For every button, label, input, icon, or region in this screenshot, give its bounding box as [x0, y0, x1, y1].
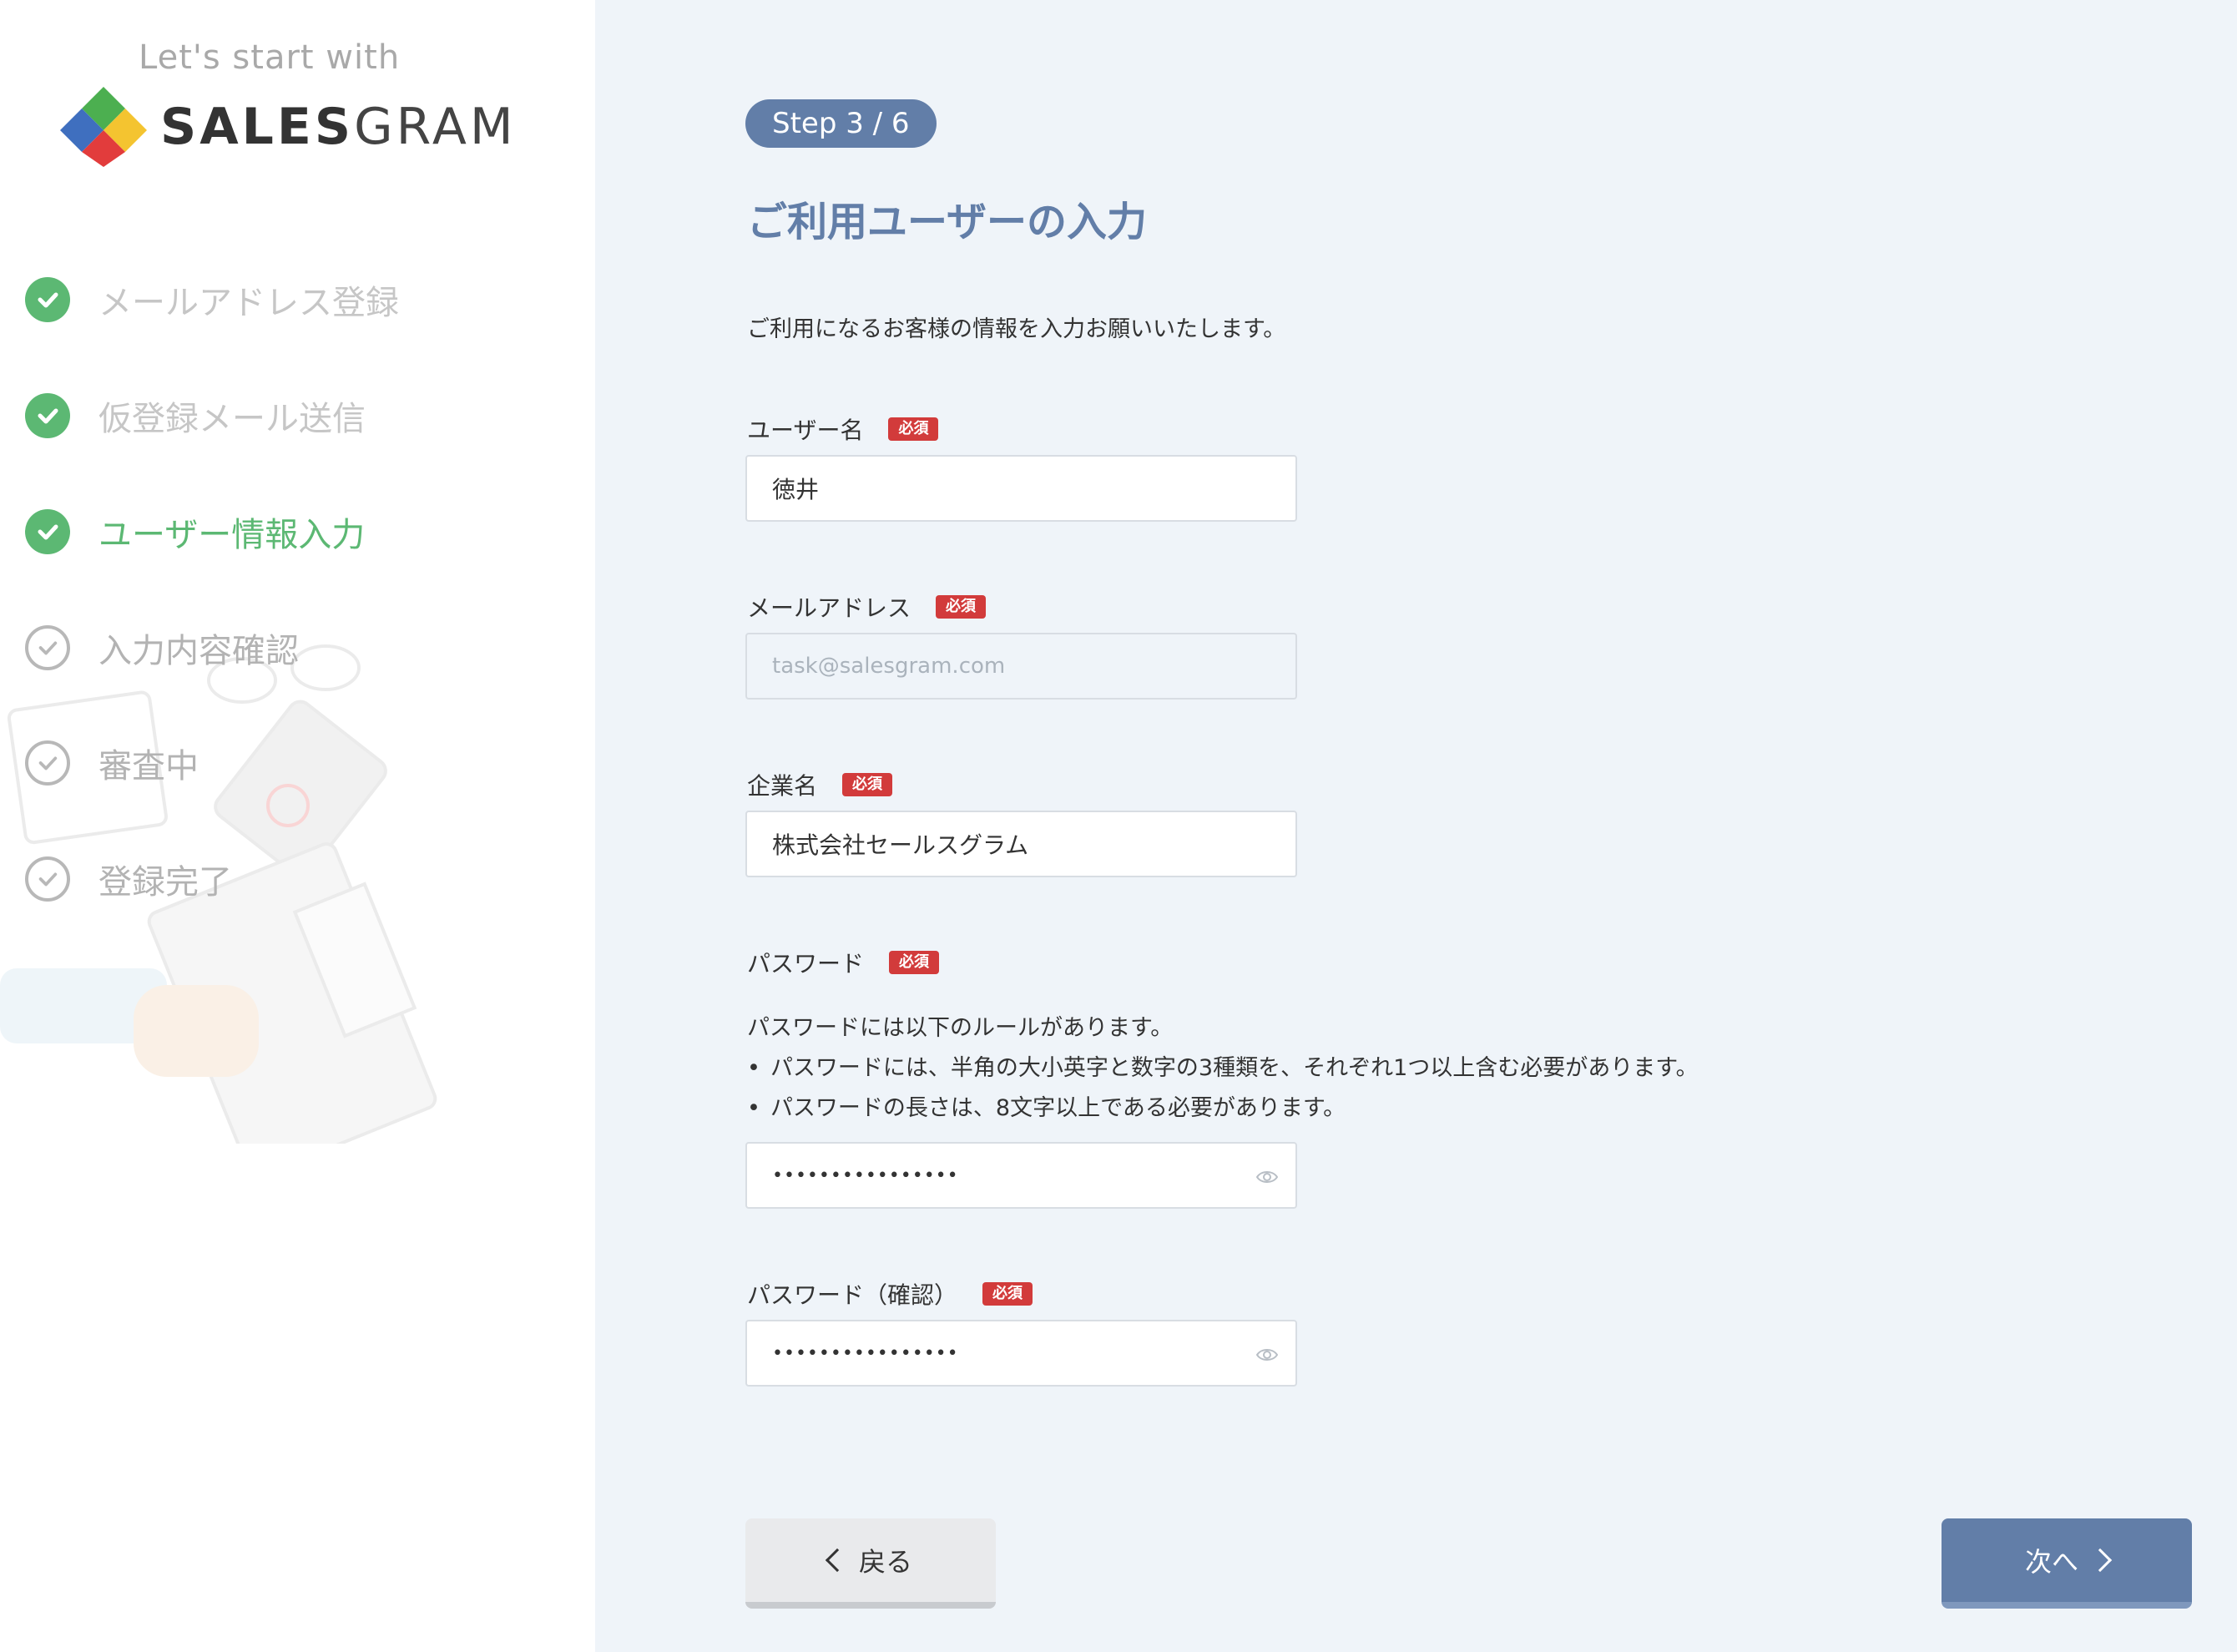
step-complete: 登録完了 [25, 855, 232, 903]
step-label: 入力内容確認 [98, 632, 299, 670]
username-input[interactable]: 徳井 [745, 455, 1297, 522]
step-label: メールアドレス登録 [98, 284, 399, 322]
check-icon [25, 509, 70, 554]
password-confirm-input[interactable]: •••••••••••••••• [745, 1320, 1297, 1387]
password-input[interactable]: •••••••••••••••• [745, 1142, 1297, 1209]
next-button-label: 次へ [2024, 1546, 2078, 1578]
company-label: 企業名 必須 [747, 768, 893, 801]
intro-text: ご利用になるお客様の情報を入力お願いいたします。 [747, 316, 1286, 342]
check-circle-icon [25, 740, 70, 786]
company-input[interactable]: 株式会社セールスグラム [745, 811, 1297, 877]
check-icon [25, 393, 70, 438]
step-label: 登録完了 [98, 863, 232, 902]
password-rule-item: パスワードの長さは、8文字以上である必要があります。 [747, 1089, 1699, 1129]
check-circle-icon [25, 856, 70, 902]
logo: SALESGRAM [58, 83, 517, 170]
email-input[interactable]: task@salesgram.com [745, 633, 1297, 700]
password-rules: パスワードには以下のルールがあります。 パスワードには、半角の大小英字と数字の3… [747, 1008, 1699, 1129]
step-user-info: ユーザー情報入力 [25, 508, 365, 556]
required-badge: 必須 [888, 417, 939, 441]
required-badge: 必須 [842, 773, 893, 796]
back-button[interactable]: 戻る [745, 1518, 996, 1609]
password-rules-heading: パスワードには以下のルールがあります。 [747, 1015, 1174, 1041]
check-icon [25, 277, 70, 322]
required-badge: 必須 [889, 951, 940, 974]
step-confirm: 入力内容確認 [25, 624, 299, 672]
eye-icon[interactable] [1255, 1165, 1279, 1189]
chevron-right-icon [2088, 1548, 2113, 1573]
step-badge: Step 3 / 6 [745, 99, 937, 148]
next-button[interactable]: 次へ [1942, 1518, 2192, 1609]
username-label: ユーザー名 必須 [747, 412, 939, 446]
page-title: ご利用ユーザーの入力 [747, 199, 1148, 245]
back-button-label: 戻る [858, 1546, 912, 1578]
step-label: 仮登録メール送信 [98, 400, 366, 438]
sidebar: Let's start with SALESGRAM メールアドレス登録 仮登録… [0, 0, 595, 1652]
logo-icon [60, 87, 147, 167]
required-badge: 必須 [936, 595, 987, 619]
step-review: 審査中 [25, 739, 199, 787]
step-label: ユーザー情報入力 [98, 516, 366, 554]
tagline: Let's start with [139, 38, 401, 77]
email-label: メールアドレス 必須 [747, 590, 987, 624]
required-badge: 必須 [982, 1282, 1033, 1306]
main-form-area: Step 3 / 6 ご利用ユーザーの入力 ご利用になるお客様の情報を入力お願い… [595, 0, 2237, 1652]
logo-text: SALESGRAM [160, 98, 517, 156]
chevron-left-icon [825, 1548, 850, 1573]
password-confirm-label: パスワード（確認） 必須 [747, 1277, 1033, 1311]
step-email-registration: メールアドレス登録 [25, 275, 399, 324]
step-label: 審査中 [98, 747, 199, 786]
step-temp-mail-sent: 仮登録メール送信 [25, 392, 366, 440]
check-circle-icon [25, 625, 70, 670]
eye-icon[interactable] [1255, 1343, 1279, 1367]
password-label: パスワード 必須 [747, 946, 940, 979]
password-rule-item: パスワードには、半角の大小英字と数字の3種類を、それぞれ1つ以上含む必要がありま… [747, 1048, 1699, 1089]
